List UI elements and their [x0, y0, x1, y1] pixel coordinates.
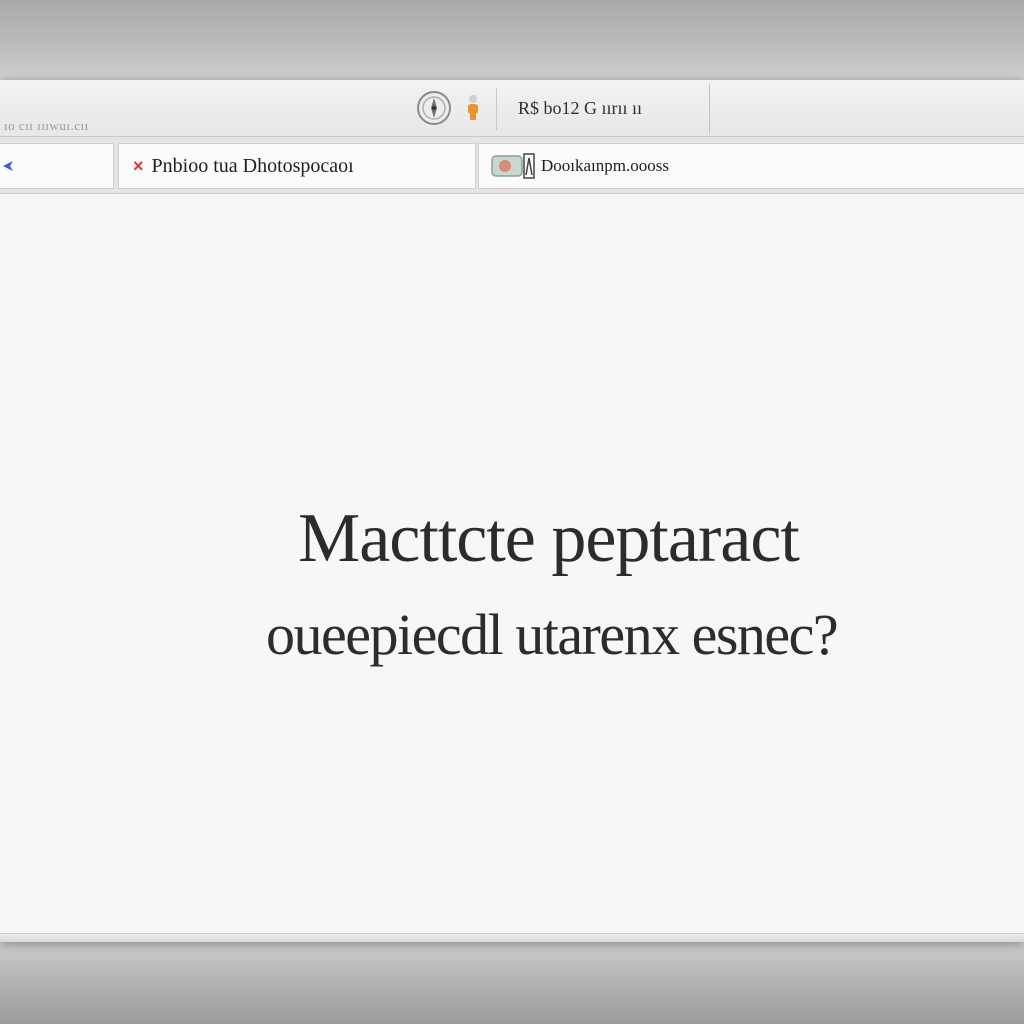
address-field[interactable]: R$ bo12 G ıırıı ıı: [500, 84, 710, 134]
toolbar: ıo cıı ıııwuı.cıı R$ bo12 G ıırıı ıı: [0, 80, 1024, 137]
safari-compass-icon[interactable]: [416, 90, 452, 126]
user-figure-icon[interactable]: [465, 92, 481, 124]
browser-window: ıo cıı ıııwuı.cıı R$ bo12 G ıırıı ıı × P…: [0, 80, 1024, 942]
page-headline: Macttcte peptaract: [298, 500, 800, 577]
page-content: Macttcte peptaract oueepiecdl utarenx es…: [0, 194, 1024, 942]
window-bottom-edge: [0, 933, 1024, 942]
tab-site[interactable]: Dooıkaınpm.oooss: [478, 143, 1024, 189]
toolbar-divider: [496, 88, 497, 130]
tab-back[interactable]: [0, 143, 114, 189]
back-arrow-icon[interactable]: [1, 159, 15, 173]
tab-label: Dooıkaınpm.oooss: [541, 156, 669, 175]
tab-label: Pnbioo tua Dhotospocaoı: [151, 154, 354, 177]
tab-bar: × Pnbioo tua Dhotospocaoı Dooıkaınpm.ooo…: [0, 137, 1024, 194]
close-x-icon[interactable]: ×: [133, 157, 144, 175]
page-subline: oueepiecdl utarenx esnec?: [266, 602, 839, 667]
site-favicon-icon: [491, 153, 535, 179]
window-title: ıo cıı ıııwuı.cıı: [4, 118, 89, 133]
tab-photos[interactable]: × Pnbioo tua Dhotospocaoı: [118, 143, 476, 189]
